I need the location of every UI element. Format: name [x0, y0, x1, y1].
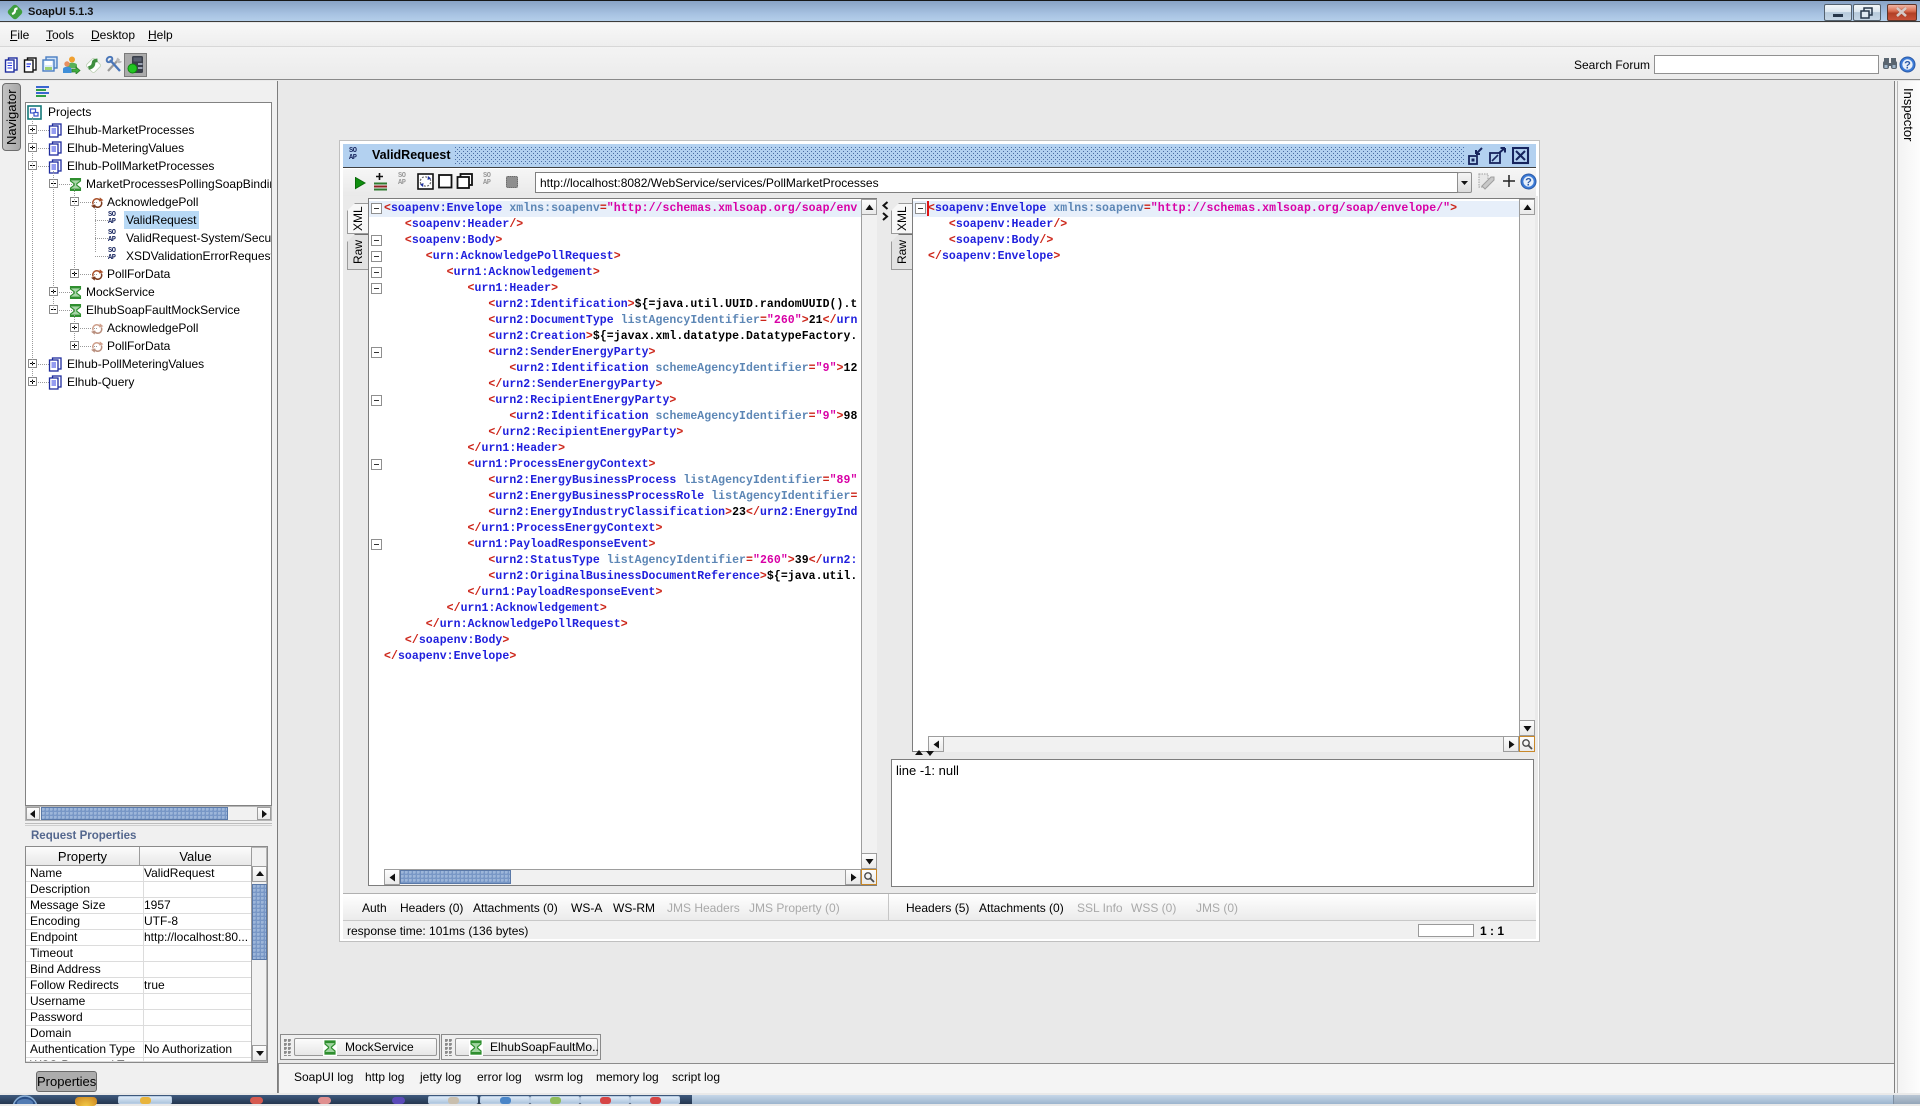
svg-text:?: ?: [1904, 60, 1911, 72]
svg-text:?: ?: [1525, 177, 1532, 189]
